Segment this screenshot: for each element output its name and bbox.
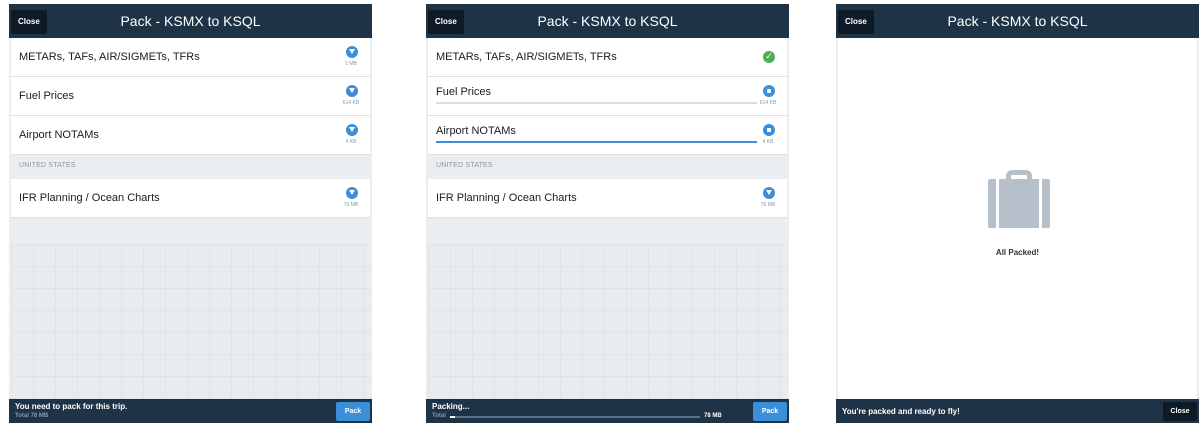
title-bar: Close Pack - KSMX to KSQL [426,4,789,38]
item-label: METARs, TAFs, AIR/SIGMETs, TFRs [436,51,617,63]
packed-message: All Packed! [995,248,1040,257]
total-progress-bar [450,416,700,418]
empty-area [428,244,787,401]
item-label: IFR Planning / Ocean Charts [19,192,160,204]
section-label: UNITED STATES [19,162,76,169]
suitcase-icon [988,170,1050,228]
total-label: Total 78 MB [15,413,49,419]
list-item[interactable]: IFR Planning / Ocean Charts 76 MB [11,179,370,218]
page-title: Pack - KSMX to KSQL [537,13,678,29]
check-icon: ✓ [763,51,775,63]
section-header: UNITED STATES [11,155,370,179]
status-text: You're packed and ready to fly! [842,407,960,416]
item-label: Airport NOTAMs [436,125,516,137]
close-button-bottom[interactable]: Close [1163,402,1197,421]
list-item[interactable]: Airport NOTAMs 4 KB [428,116,787,155]
pack-list: METARs, TAFs, AIR/SIGMETs, TFRs 1 MB Fue… [11,38,370,218]
item-size: 614 KB [759,100,777,106]
item-size: 4 KB [345,139,357,145]
download-icon[interactable] [346,85,358,97]
bottom-bar: You're packed and ready to fly! Close [836,399,1199,423]
list-item[interactable]: IFR Planning / Ocean Charts 76 MB [428,179,787,218]
item-size: 614 KB [342,100,360,106]
progress-fill [436,141,757,143]
progress-bar [436,141,757,143]
status-text: Packing... [432,402,470,411]
item-size: 76 MB [760,202,776,208]
total-value: 78 MB [704,413,722,419]
pack-panel-packing: Close Pack - KSMX to KSQL METARs, TAFs, … [426,4,789,423]
page-title: Pack - KSMX to KSQL [120,13,261,29]
section-header: UNITED STATES [428,155,787,179]
item-label: Airport NOTAMs [19,129,99,141]
item-label: Fuel Prices [436,86,492,98]
pack-list: METARs, TAFs, AIR/SIGMETs, TFRs ✓ Fuel P… [428,38,787,218]
total-value: 78 MB [30,413,49,419]
download-icon[interactable] [346,46,358,58]
pause-icon[interactable] [763,124,775,136]
pack-panel-done: Close Pack - KSMX to KSQL All Packed! Yo… [836,4,1199,423]
list-item[interactable]: METARs, TAFs, AIR/SIGMETs, TFRs ✓ [428,38,787,77]
download-icon[interactable] [346,187,358,199]
list-item[interactable]: Fuel Prices 614 KB [11,77,370,116]
download-icon[interactable] [346,124,358,136]
pack-button[interactable]: Pack [336,402,370,421]
item-size: 76 MB [343,202,359,208]
page-title: Pack - KSMX to KSQL [947,13,1088,29]
list-item[interactable]: Fuel Prices 614 KB [428,77,787,116]
item-label: METARs, TAFs, AIR/SIGMETs, TFRs [19,51,200,63]
bottom-bar: You need to pack for this trip. Total 78… [9,399,372,423]
title-bar: Close Pack - KSMX to KSQL [836,4,1199,38]
packed-content: All Packed! [838,38,1197,399]
item-label: Fuel Prices [19,90,75,102]
download-icon[interactable] [763,187,775,199]
list-item[interactable]: Airport NOTAMs 4 KB [11,116,370,155]
item-size: 4 KB [762,139,774,145]
bottom-bar: Packing... Total 78 MB Pack [426,399,789,423]
pack-panel-initial: Close Pack - KSMX to KSQL METARs, TAFs, … [9,4,372,423]
title-bar: Close Pack - KSMX to KSQL [9,4,372,38]
progress-bar [436,102,757,104]
pack-button[interactable]: Pack [753,402,787,421]
section-label: UNITED STATES [436,162,493,169]
pause-icon[interactable] [763,85,775,97]
empty-area [11,244,370,401]
total-label: Total [432,413,446,419]
item-label: IFR Planning / Ocean Charts [436,192,577,204]
status-text: You need to pack for this trip. [15,402,128,411]
item-size: 1 MB [345,61,357,67]
list-item[interactable]: METARs, TAFs, AIR/SIGMETs, TFRs 1 MB [11,38,370,77]
total-progress-fill [450,416,455,418]
